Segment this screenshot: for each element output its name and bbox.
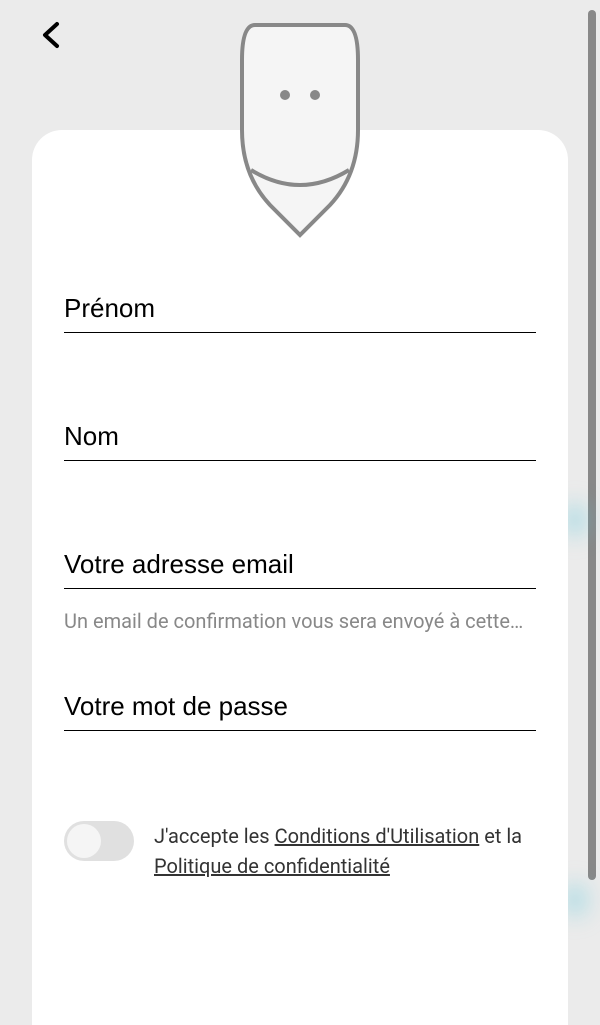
terms-text: J'accepte les Conditions d'Utilisation e… (154, 821, 536, 881)
terms-section: J'accepte les Conditions d'Utilisation e… (64, 821, 536, 881)
privacy-policy-link[interactable]: Politique de confidentialité (154, 854, 390, 878)
terms-of-use-link[interactable]: Conditions d'Utilisation (275, 824, 480, 848)
scrollbar[interactable] (588, 10, 596, 880)
password-input[interactable] (64, 683, 536, 731)
accept-terms-toggle[interactable] (64, 821, 134, 861)
email-input[interactable] (64, 541, 536, 589)
chevron-left-icon (40, 20, 62, 50)
last-name-input[interactable] (64, 413, 536, 461)
terms-intro: J'accepte les (154, 824, 275, 848)
terms-middle: et la (479, 824, 522, 848)
first-name-group (64, 285, 536, 333)
mascot-icon (220, 20, 380, 244)
email-helper-text: Un email de confirmation vous sera envoy… (64, 609, 536, 633)
password-group (64, 683, 536, 731)
signup-card: Un email de confirmation vous sera envoy… (32, 130, 568, 1025)
email-group: Un email de confirmation vous sera envoy… (64, 541, 536, 633)
last-name-group (64, 413, 536, 461)
first-name-input[interactable] (64, 285, 536, 333)
back-button[interactable] (40, 20, 62, 54)
toggle-knob (67, 824, 101, 858)
